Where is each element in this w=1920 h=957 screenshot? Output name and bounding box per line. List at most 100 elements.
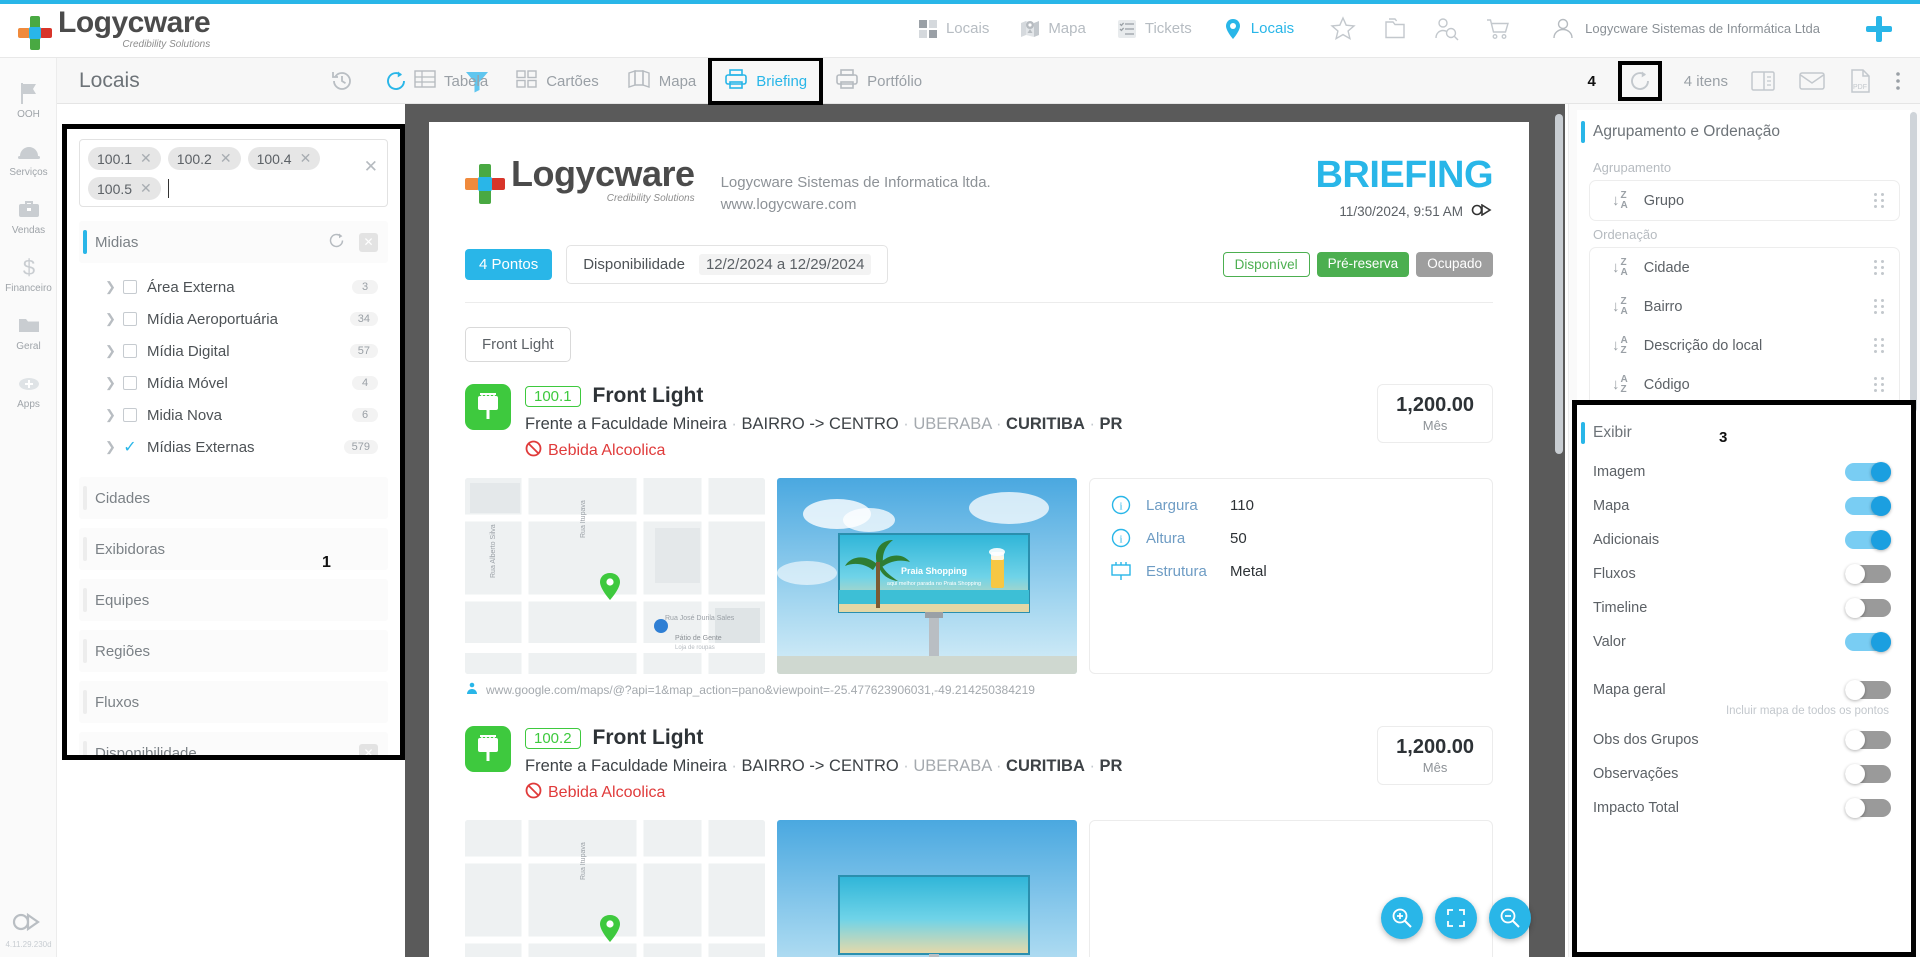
display-header[interactable]: Exibir 3: [1577, 411, 1911, 455]
topnav-item-mapa[interactable]: Mapa: [1019, 18, 1086, 40]
app-logo[interactable]: Logycware Credibility Solutions: [18, 7, 211, 50]
toggle-row-mapa-geral[interactable]: Mapa geral: [1577, 673, 1911, 707]
chevron-right-icon[interactable]: ❯: [105, 439, 121, 455]
ordering-item-cidade[interactable]: ↓ Z A Cidade: [1590, 248, 1899, 287]
chevron-right-icon[interactable]: ❯: [105, 375, 121, 391]
sort-za-icon[interactable]: ↓ Z A: [1612, 296, 1628, 317]
toggle-row-imagem[interactable]: Imagem: [1577, 455, 1911, 489]
filter-section-exibidoras[interactable]: Exibidoras: [79, 528, 388, 570]
toggle-row-observacoes[interactable]: Observações: [1577, 757, 1911, 791]
chevron-right-icon[interactable]: ❯: [105, 311, 121, 327]
toggle-mapa-geral[interactable]: [1845, 680, 1891, 700]
filter-group-header[interactable]: Midias ✕: [79, 221, 388, 263]
tree-row[interactable]: ❯ Mídia Digital 57: [79, 335, 388, 367]
filter-section-fluxos[interactable]: Fluxos: [79, 681, 388, 723]
filter-chip[interactable]: 100.4 ✕: [247, 147, 321, 170]
filter-section-regioes[interactable]: Regiões: [79, 630, 388, 672]
account-menu[interactable]: Logycware Sistemas de Informática Ltda: [1550, 16, 1820, 42]
toggle-obs-grupos[interactable]: [1845, 730, 1891, 750]
billboard-photo[interactable]: Praia Shopping aqui melhor parada no Pra…: [777, 478, 1077, 674]
close-icon[interactable]: ✕: [220, 150, 232, 167]
ordering-item-bairro[interactable]: ↓ Z A Bairro: [1590, 287, 1899, 326]
rail-item-ooh[interactable]: OOH: [0, 70, 57, 128]
rail-item-apps[interactable]: Apps: [0, 360, 57, 418]
grouping-item-grupo[interactable]: ↓ Z A Grupo: [1590, 181, 1899, 220]
ordering-item-codigo[interactable]: ↓ A Z Código: [1590, 365, 1899, 404]
tree-row[interactable]: ❯ Mídia Móvel 4: [79, 367, 388, 399]
drag-handle-icon[interactable]: [1874, 299, 1885, 314]
sort-az-icon[interactable]: ↓AZ: [1612, 374, 1628, 395]
checkbox[interactable]: [123, 408, 137, 422]
rail-item-servicos[interactable]: Serviços: [0, 128, 57, 186]
tree-row[interactable]: ❯ ✓ Mídias Externas 579: [79, 431, 388, 463]
street-view-link[interactable]: www.google.com/maps/@?api=1&map_action=p…: [465, 681, 1493, 698]
filter-section-disponibilidade[interactable]: Disponibilidade ✕: [79, 732, 388, 755]
toggle-row-obs-grupos[interactable]: Obs dos Grupos: [1577, 723, 1911, 757]
toggle-impacto-total[interactable]: [1845, 798, 1891, 818]
toggle-adicionais[interactable]: [1845, 530, 1891, 550]
tab-tabela[interactable]: Tabela: [400, 58, 502, 104]
chevron-right-icon[interactable]: ❯: [105, 407, 121, 423]
fit-icon[interactable]: [1435, 897, 1477, 939]
close-icon[interactable]: ✕: [140, 180, 152, 197]
star-icon[interactable]: [1330, 15, 1356, 42]
filter-chip[interactable]: 100.5 ✕: [88, 177, 161, 200]
drag-handle-icon[interactable]: [1874, 193, 1885, 208]
split-view-icon[interactable]: [1750, 69, 1776, 93]
ordering-item-descricao[interactable]: ↓ A Z Descrição do local: [1590, 326, 1899, 365]
sort-za-icon[interactable]: ↓ Z A: [1612, 257, 1628, 278]
availability-field[interactable]: Disponibilidade 12/2/2024 a 12/29/2024: [566, 245, 889, 284]
cart-icon[interactable]: [1486, 16, 1512, 42]
checkbox[interactable]: [123, 280, 137, 294]
tab-cartoes[interactable]: Cartões: [502, 58, 613, 104]
zoom-out-icon[interactable]: [1489, 897, 1531, 939]
close-icon[interactable]: ✕: [140, 150, 152, 167]
rail-item-geral[interactable]: Geral: [0, 302, 57, 360]
checkbox[interactable]: [123, 312, 137, 326]
clear-icon[interactable]: ✕: [359, 232, 378, 252]
pdf-icon[interactable]: PDF: [1848, 68, 1872, 94]
tree-row[interactable]: ❯ Área Externa 3: [79, 271, 388, 303]
filter-section-cidades[interactable]: Cidades: [79, 477, 388, 519]
toggle-fluxos[interactable]: [1845, 564, 1891, 584]
tab-mapa[interactable]: Mapa: [613, 58, 711, 104]
drag-handle-icon[interactable]: [1874, 338, 1885, 353]
toggle-row-timeline[interactable]: Timeline: [1577, 591, 1911, 625]
close-icon[interactable]: ✕: [300, 150, 312, 167]
add-button[interactable]: [1866, 15, 1892, 42]
tab-briefing[interactable]: Briefing: [708, 57, 824, 105]
toggle-row-adicionais[interactable]: Adicionais: [1577, 523, 1911, 557]
rail-item-vendas[interactable]: Vendas: [0, 186, 57, 244]
document-scrollbar[interactable]: [1555, 114, 1563, 454]
refresh-icon[interactable]: [328, 232, 345, 252]
map-thumbnail[interactable]: Rua Alberto Silva Rua Itupava Rua José D…: [465, 478, 765, 674]
right-panel-scrollbar[interactable]: [1910, 112, 1917, 412]
sort-za-icon[interactable]: ↓ Z A: [1612, 190, 1628, 211]
topnav-item-locais-pin[interactable]: Locais: [1222, 18, 1294, 40]
topnav-item-locais-grid[interactable]: Locais: [917, 18, 989, 40]
drag-handle-icon[interactable]: [1874, 377, 1885, 392]
code-filter-input[interactable]: 100.1 ✕ 100.2 ✕ 100.4 ✕ 100.5 ✕ ✕: [79, 139, 388, 207]
toggle-valor[interactable]: [1845, 632, 1891, 652]
rail-item-financeiro[interactable]: $ Financeiro: [0, 244, 57, 302]
clear-all-icon[interactable]: ✕: [364, 157, 378, 177]
user-search-icon[interactable]: [1434, 16, 1460, 42]
refresh-button[interactable]: [1617, 61, 1662, 101]
sort-az-icon[interactable]: ↓AZ: [1612, 335, 1628, 356]
mail-icon[interactable]: [1798, 69, 1826, 93]
folder-icon[interactable]: [1382, 16, 1408, 42]
toggle-row-mapa[interactable]: Mapa: [1577, 489, 1911, 523]
checkbox-checked[interactable]: ✓: [123, 439, 137, 456]
clear-icon[interactable]: ✕: [359, 743, 378, 755]
grouping-header[interactable]: Agrupamento e Ordenação: [1577, 110, 1912, 154]
checkbox[interactable]: [123, 376, 137, 390]
toggle-observacoes[interactable]: [1845, 764, 1891, 784]
toggle-mapa[interactable]: [1845, 496, 1891, 516]
toggle-row-fluxos[interactable]: Fluxos: [1577, 557, 1911, 591]
filter-section-equipes[interactable]: Equipes: [79, 579, 388, 621]
topnav-item-tickets[interactable]: Tickets: [1116, 18, 1192, 40]
toggle-row-impacto-total[interactable]: Impacto Total: [1577, 791, 1911, 825]
history-icon[interactable]: [330, 69, 354, 93]
tab-portfolio[interactable]: Portfólio: [821, 58, 936, 104]
tree-row[interactable]: ❯ Midia Nova 6: [79, 399, 388, 431]
